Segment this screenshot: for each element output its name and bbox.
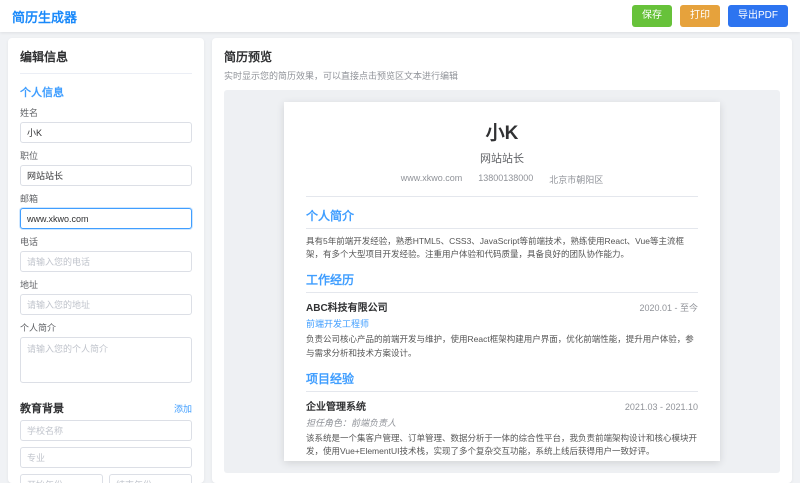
project-period[interactable]: 2021.03 - 2021.10: [625, 402, 698, 412]
top-bar-actions: 保存 打印 导出PDF: [632, 5, 788, 27]
preview-subtitle: 实时显示您的简历效果，可以直接点击预览区文本进行编辑: [224, 69, 780, 82]
intro-textarea[interactable]: [20, 337, 192, 383]
main-content: 编辑信息 个人信息 姓名 职位 邮箱 电话 地址 个人简介 教育背景 添加: [0, 32, 800, 483]
work-desc[interactable]: 负责公司核心产品的前端开发与维护，使用React框架构建用户界面，优化前端性能，…: [306, 333, 698, 359]
work-company[interactable]: ABC科技有限公司: [306, 299, 388, 314]
resume-contact-website[interactable]: www.xkwo.com: [401, 173, 463, 186]
personal-info-section-title: 个人信息: [20, 84, 192, 100]
resume-intro-title: 个人简介: [306, 207, 698, 229]
preview-panel-title: 简历预览: [224, 48, 780, 65]
resume-intro-text[interactable]: 具有5年前端开发经验，熟悉HTML5、CSS3、JavaScript等前端技术，…: [306, 235, 698, 261]
address-label: 地址: [20, 278, 192, 291]
export-pdf-button[interactable]: 导出PDF: [728, 5, 788, 27]
phone-input[interactable]: [20, 251, 192, 272]
work-entry-head: ABC科技有限公司 2020.01 - 至今: [306, 299, 698, 314]
editor-panel: 编辑信息 个人信息 姓名 职位 邮箱 电话 地址 个人简介 教育背景 添加: [8, 38, 204, 483]
top-bar: 简历生成器 保存 打印 导出PDF: [0, 0, 800, 32]
name-label: 姓名: [20, 106, 192, 119]
print-button[interactable]: 打印: [680, 5, 720, 27]
save-button[interactable]: 保存: [632, 5, 672, 27]
phone-label: 电话: [20, 235, 192, 248]
resume-section-work: 工作经历 ABC科技有限公司 2020.01 - 至今 前端开发工程师 负责公司…: [306, 271, 698, 359]
preview-stage: 小K 网站站长 www.xkwo.com 13800138000 北京市朝阳区 …: [224, 90, 780, 473]
resume-contact-row: www.xkwo.com 13800138000 北京市朝阳区: [306, 173, 698, 186]
resume-contact-phone[interactable]: 13800138000: [478, 173, 533, 186]
email-label: 邮箱: [20, 192, 192, 205]
work-role[interactable]: 前端开发工程师: [306, 317, 698, 330]
resume-section-intro: 个人简介 具有5年前端开发经验，熟悉HTML5、CSS3、JavaScript等…: [306, 207, 698, 261]
resume-sheet: 小K 网站站长 www.xkwo.com 13800138000 北京市朝阳区 …: [284, 102, 720, 461]
resume-name[interactable]: 小K: [306, 118, 698, 145]
resume-job-title[interactable]: 网站站长: [306, 150, 698, 166]
resume-builder-app: 简历生成器 保存 打印 导出PDF 编辑信息 个人信息 姓名 职位 邮箱 电话 …: [0, 0, 800, 483]
education-section-title: 教育背景: [20, 400, 64, 416]
resume-header: 小K 网站站长 www.xkwo.com 13800138000 北京市朝阳区: [306, 118, 698, 197]
preview-panel: 简历预览 实时显示您的简历效果，可以直接点击预览区文本进行编辑 小K 网站站长 …: [212, 38, 792, 483]
intro-label: 个人简介: [20, 321, 192, 334]
resume-contact-location[interactable]: 北京市朝阳区: [549, 173, 603, 186]
project-name[interactable]: 企业管理系统: [306, 398, 366, 413]
email-input[interactable]: [20, 208, 192, 229]
project-entry-head: 企业管理系统 2021.03 - 2021.10: [306, 398, 698, 413]
school-name-input[interactable]: [20, 420, 192, 441]
work-period[interactable]: 2020.01 - 至今: [639, 301, 698, 314]
major-input[interactable]: [20, 447, 192, 468]
education-section-head: 教育背景 添加: [20, 400, 192, 416]
address-input[interactable]: [20, 294, 192, 315]
start-year-input[interactable]: [20, 474, 103, 483]
resume-work-title: 工作经历: [306, 271, 698, 293]
name-input[interactable]: [20, 122, 192, 143]
project-role[interactable]: 担任角色：前端负责人: [306, 416, 698, 429]
job-title-label: 职位: [20, 149, 192, 162]
project-desc[interactable]: 该系统是一个集客户管理、订单管理、数据分析于一体的综合性平台，我负责前端架构设计…: [306, 432, 698, 458]
job-title-input[interactable]: [20, 165, 192, 186]
resume-section-project: 项目经验 企业管理系统 2021.03 - 2021.10 担任角色：前端负责人…: [306, 370, 698, 458]
education-add-link[interactable]: 添加: [174, 402, 192, 415]
education-year-row: [20, 474, 192, 483]
app-title: 简历生成器: [12, 7, 77, 26]
editor-panel-title: 编辑信息: [20, 48, 192, 74]
resume-project-title: 项目经验: [306, 370, 698, 392]
end-year-input[interactable]: [109, 474, 192, 483]
